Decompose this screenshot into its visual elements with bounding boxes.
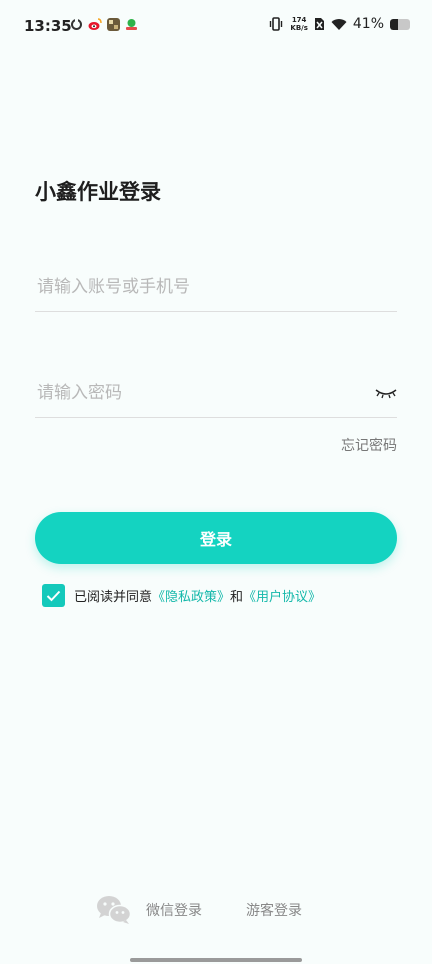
wechat-icon[interactable] xyxy=(96,895,132,925)
vibrate-icon xyxy=(270,17,283,31)
game-icon xyxy=(107,18,120,31)
wifi-icon xyxy=(331,18,347,30)
password-input[interactable] xyxy=(35,368,397,417)
app-icon xyxy=(126,19,137,30)
status-system-icons: 174 KB/s 41% xyxy=(268,16,410,32)
page-title: 小鑫作业登录 xyxy=(35,180,161,204)
wechat-login-link[interactable]: 微信登录 xyxy=(146,900,202,920)
status-bar: 13:35 174 KB/s 41% xyxy=(0,0,432,52)
battery-percent: 41% xyxy=(352,16,384,32)
sync-icon xyxy=(71,18,82,30)
battery-icon xyxy=(390,18,410,30)
login-button[interactable]: 登录 xyxy=(35,512,397,564)
battery-level xyxy=(390,18,399,30)
forgot-password-link[interactable]: 忘记密码 xyxy=(341,435,397,455)
account-field xyxy=(35,262,397,312)
nosim-icon xyxy=(314,18,324,30)
agreement-and: 和 xyxy=(230,590,244,605)
net-speed: 174 KB/s xyxy=(290,16,307,32)
home-indicator[interactable] xyxy=(130,958,302,962)
alternative-login: 微信登录 游客登录 xyxy=(96,895,302,925)
eye-closed-icon[interactable] xyxy=(375,384,397,402)
user-agreement-link[interactable]: 《用户协议》 xyxy=(243,590,321,605)
password-field xyxy=(35,368,397,418)
status-time: 13:35 xyxy=(24,17,72,35)
net-speed-value: 174 xyxy=(291,16,307,24)
agreement-text: 已阅读并同意《隐私政策》和《用户协议》 xyxy=(74,586,321,605)
agreement-row: 已阅读并同意《隐私政策》和《用户协议》 xyxy=(42,584,321,607)
account-input[interactable] xyxy=(35,262,397,311)
privacy-policy-link[interactable]: 《隐私政策》 xyxy=(152,590,230,605)
net-speed-unit: KB/s xyxy=(290,24,308,32)
status-notification-icons xyxy=(70,18,138,31)
weibo-icon xyxy=(88,18,102,30)
agreement-checkbox[interactable] xyxy=(42,584,65,607)
agreement-prefix: 已阅读并同意 xyxy=(74,590,153,605)
check-icon xyxy=(46,590,61,601)
guest-login-link[interactable]: 游客登录 xyxy=(246,900,302,920)
